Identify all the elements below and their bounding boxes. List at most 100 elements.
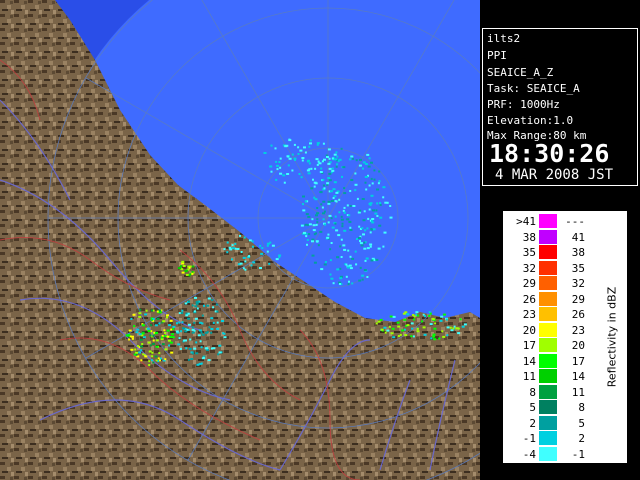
echo-pixel: [351, 257, 355, 260]
echo-pixel: [413, 315, 416, 318]
echo-pixel: [354, 183, 358, 186]
echo-pixel: [336, 256, 340, 259]
echo-pixel: [201, 333, 205, 336]
echo-pixel: [321, 206, 324, 209]
echo-pixel: [392, 336, 396, 339]
echo-pixel: [201, 322, 204, 325]
echo-pixel: [216, 327, 220, 330]
echo-pixel: [354, 189, 357, 192]
echo-pixel: [139, 338, 143, 341]
echo-pixel: [328, 157, 331, 160]
echo-pixel: [204, 347, 208, 350]
echo-pixel: [166, 335, 170, 338]
legend-lower-bound: 23: [522, 308, 536, 321]
legend-color-swatch: [539, 400, 557, 414]
echo-pixel: [156, 310, 159, 313]
echo-pixel: [386, 329, 390, 332]
echo-pixel: [182, 327, 185, 330]
scan-date: 4 MAR 2008 JST: [495, 167, 614, 183]
echo-pixel: [328, 172, 332, 175]
echo-pixel: [375, 258, 379, 261]
echo-pixel: [439, 319, 443, 322]
echo-pixel: [300, 224, 304, 227]
legend-lower-bound: 5: [529, 401, 536, 414]
legend-title-container: Reflectivity in dBZ: [597, 211, 627, 463]
legend-upper-bound: 23: [571, 323, 585, 337]
legend-upper-bound: 14: [571, 370, 585, 383]
echo-pixel: [212, 306, 215, 309]
echo-pixel: [141, 332, 145, 335]
echo-pixel: [215, 303, 218, 306]
echo-pixel: [155, 345, 159, 348]
echo-pixel: [169, 336, 173, 338]
echo-pixel: [244, 268, 247, 271]
echo-pixel: [185, 273, 189, 276]
echo-pixel: [348, 220, 352, 223]
echo-pixel: [188, 300, 191, 303]
echo-pixel: [242, 256, 246, 259]
echo-pixel: [323, 158, 326, 161]
echo-pixel: [278, 256, 281, 259]
echo-pixel: [463, 323, 467, 326]
legend-upper-bound: 26: [571, 308, 585, 321]
echo-pixel: [154, 324, 158, 327]
echo-pixel: [192, 265, 195, 268]
echo-pixel: [396, 321, 400, 324]
echo-pixel: [212, 321, 215, 324]
echo-pixel: [306, 243, 308, 246]
echo-pixel: [159, 357, 162, 360]
echo-pixel: [328, 214, 332, 217]
echo-pixel: [327, 202, 331, 205]
legend-color-swatch: [539, 384, 557, 399]
echo-pixel: [261, 247, 264, 249]
echo-pixel: [194, 305, 198, 308]
echo-pixel: [323, 263, 327, 266]
echo-pixel: [406, 324, 410, 327]
echo-pixel: [329, 248, 332, 251]
echo-pixel: [193, 347, 197, 350]
echo-pixel: [315, 158, 319, 161]
echo-pixel: [333, 181, 337, 184]
echo-pixel: [140, 345, 143, 348]
echo-pixel: [358, 279, 362, 282]
echo-pixel: [399, 333, 402, 336]
echo-pixel: [140, 349, 143, 352]
echo-pixel: [347, 283, 350, 286]
echo-pixel: [375, 322, 378, 325]
echo-pixel: [196, 363, 200, 366]
echo-pixel: [260, 252, 264, 255]
echo-pixel: [315, 223, 318, 226]
legend-lower-bound: 20: [522, 323, 536, 337]
echo-pixel: [392, 315, 396, 318]
echo-pixel: [147, 341, 151, 344]
echo-pixel: [313, 185, 316, 188]
echo-pixel: [180, 330, 183, 333]
echo-pixel: [130, 348, 134, 351]
echo-pixel: [184, 339, 187, 342]
legend-lower-bound: 8: [529, 385, 536, 399]
echo-pixel: [216, 310, 219, 313]
echo-pixel: [152, 342, 155, 345]
echo-pixel: [305, 213, 309, 216]
echo-pixel: [287, 164, 290, 167]
echo-pixel: [171, 333, 174, 336]
echo-pixel: [170, 328, 173, 331]
echo-pixel: [360, 244, 364, 247]
echo-pixel: [134, 348, 137, 351]
echo-pixel: [167, 339, 171, 342]
legend-upper-bound: 35: [571, 261, 585, 275]
echo-pixel: [181, 309, 184, 312]
echo-pixel: [311, 240, 314, 243]
echo-pixel: [340, 256, 343, 258]
echo-pixel: [316, 221, 319, 224]
echo-pixel: [457, 327, 460, 330]
echo-pixel: [322, 184, 325, 187]
echo-pixel: [433, 327, 437, 330]
echo-pixel: [388, 325, 391, 328]
echo-pixel: [239, 234, 241, 237]
echo-pixel: [429, 323, 433, 326]
echo-pixel: [131, 337, 134, 340]
legend-color-swatch: [539, 446, 557, 461]
echo-pixel: [151, 359, 153, 362]
echo-pixel: [251, 245, 254, 248]
